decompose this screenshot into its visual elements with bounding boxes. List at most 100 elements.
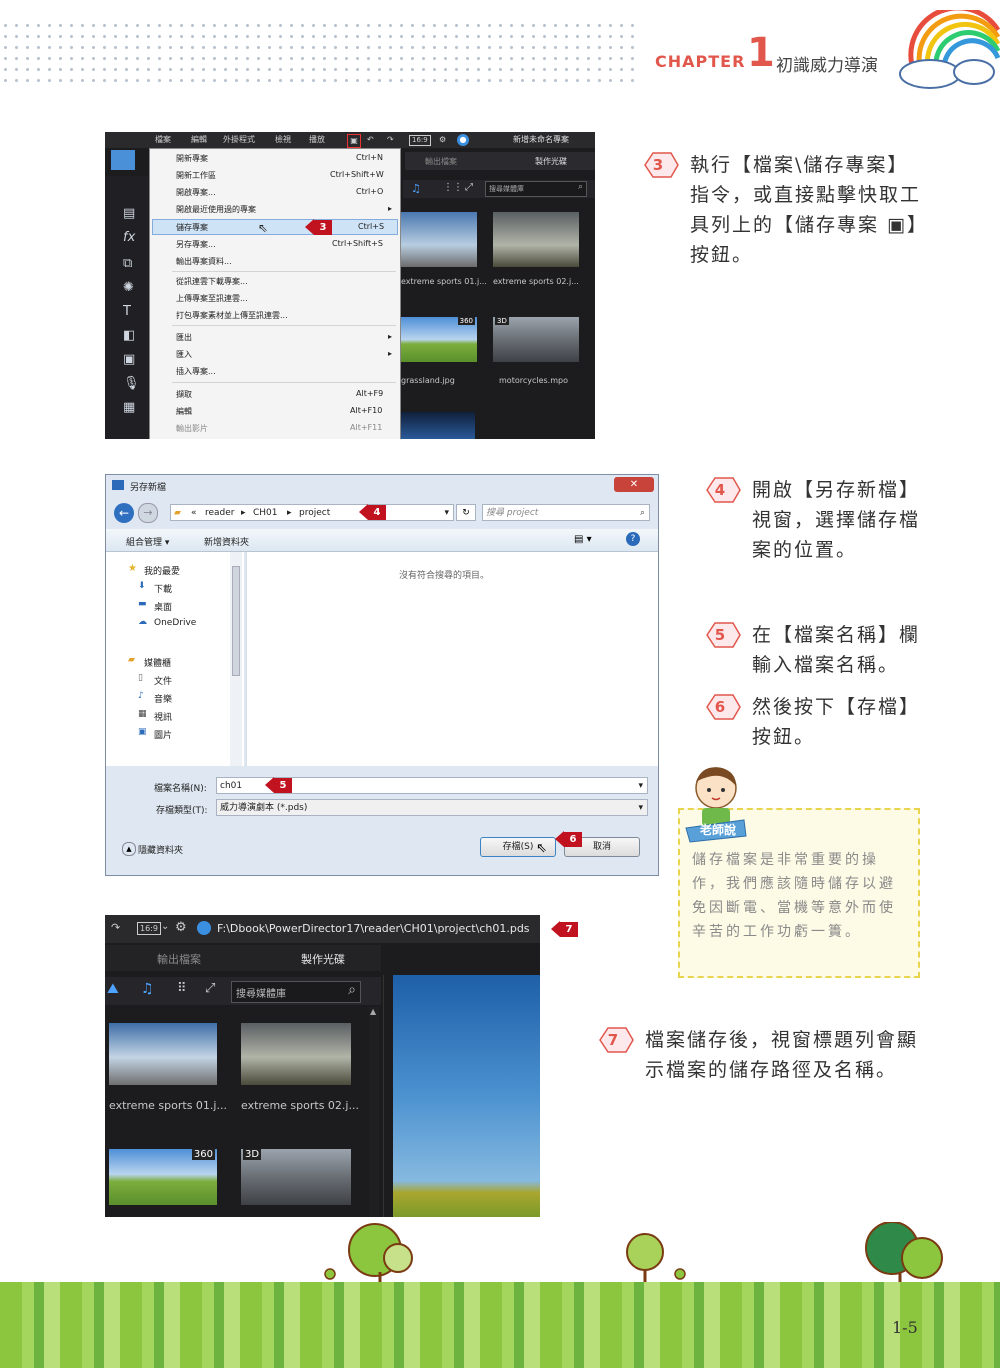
panel-divider[interactable] (383, 975, 392, 1217)
expand-icon[interactable]: ⤢ (205, 981, 215, 996)
redo-icon[interactable]: ↷ (387, 132, 394, 148)
thumbnail-extreme-sports-02[interactable] (493, 212, 579, 267)
menu-item-pack-upload[interactable]: 打包專案素材並上傳至訊連雲... (176, 310, 288, 321)
menu-play[interactable]: 播放 (309, 132, 325, 148)
tab-output[interactable]: 輸出檔案 (157, 951, 201, 967)
subtitle-icon[interactable]: ▣ (123, 352, 135, 367)
redo-icon[interactable]: ↷ (111, 921, 120, 934)
nav-onedrive[interactable]: OneDrive (154, 618, 196, 628)
menu-item-insert-project[interactable]: 插入專案... (176, 366, 216, 377)
thumbnail-extreme-sports-01[interactable] (401, 212, 477, 267)
menu-item-download-cloud[interactable]: 從訊連雲下載專案... (176, 276, 248, 287)
menu-item-new-workspace[interactable]: 開新工作區 (176, 170, 216, 181)
submenu-arrow-icon: ▸ (388, 204, 393, 213)
menu-item-save-project[interactable]: 儲存專案 (176, 222, 208, 233)
tab-disc[interactable]: 製作光碟 (535, 156, 567, 167)
thumbnail-grassland[interactable]: 360 (401, 317, 477, 362)
menu-item-produce[interactable]: 輸出影片 (176, 423, 208, 434)
nav-libraries[interactable]: 媒體櫃 (144, 656, 171, 669)
menu-item-upload-cloud[interactable]: 上傳專案至訊連雲... (176, 293, 248, 304)
menu-item-import[interactable]: 匯入 (176, 349, 192, 360)
nav-scrollbar[interactable] (230, 552, 242, 766)
thumbnail-extreme-sports-02[interactable] (241, 1023, 351, 1085)
tab-output[interactable]: 輸出檔案 (425, 156, 457, 167)
filetype-select[interactable]: 威力導演劇本 (*.pds) ▾ (216, 799, 648, 816)
help-icon[interactable]: ? (626, 532, 640, 546)
rainbow-cloud-icon (899, 10, 1000, 89)
menu-item-export[interactable]: 匯出 (176, 332, 192, 343)
nav-music[interactable]: 音樂 (154, 692, 172, 705)
menu-item-export-project-data[interactable]: 輸出專案資料... (176, 256, 232, 267)
menu-item-capture[interactable]: 擷取 (176, 389, 192, 400)
collapse-icon[interactable]: ▲ (122, 842, 136, 856)
new-folder-button[interactable]: 新增資料夾 (204, 535, 249, 548)
nav-pictures[interactable]: 圖片 (154, 728, 172, 741)
menu-separator (172, 382, 396, 383)
nav-documents[interactable]: 文件 (154, 674, 172, 687)
organize-button[interactable]: 組合管理 ▾ (126, 535, 169, 548)
nav-desktop[interactable]: 桌面 (154, 600, 172, 613)
chapter-icon[interactable]: ▦ (123, 400, 135, 415)
step-marker-3: 3 (305, 219, 332, 235)
menu-edit[interactable]: 編輯 (191, 132, 207, 148)
nav-favorites[interactable]: 我的最愛 (144, 564, 180, 577)
music-icon[interactable]: ♫ (141, 981, 154, 997)
aspect-ratio-icon[interactable]: 16:9 (137, 922, 161, 935)
chevron-down-icon[interactable]: ⌄ (161, 921, 169, 932)
address-bar[interactable]: ▰ « reader ▸ CH01 ▸ project ▾ (170, 504, 454, 521)
menu-item-recent-projects[interactable]: 開啟最近使用過的專案 (176, 204, 256, 215)
nav-downloads[interactable]: 下載 (154, 582, 172, 595)
mouse-cursor-icon: ⇖ (258, 221, 269, 235)
undo-icon[interactable]: ↶ (367, 132, 374, 148)
particle-icon[interactable]: ✺ (123, 280, 134, 295)
thumbnail-motorcycles[interactable]: 3D (493, 317, 579, 362)
menu-view[interactable]: 檢視 (275, 132, 291, 148)
fx-icon[interactable]: fx (123, 230, 135, 245)
media-room-icon[interactable]: ▤ (123, 206, 135, 221)
grid-view-icon[interactable]: ⋮⋮ (443, 182, 463, 193)
gear-icon[interactable]: ⚙ (175, 920, 187, 935)
gear-icon[interactable]: ⚙ (439, 132, 446, 148)
tree-decoration (0, 1222, 1000, 1286)
menu-item-open-project[interactable]: 開啟專案... (176, 187, 216, 198)
path-segment-project[interactable]: project (299, 505, 330, 521)
thumbnail-blue[interactable] (401, 412, 475, 439)
title-icon[interactable]: T (123, 304, 131, 319)
path-segment-reader[interactable]: reader (205, 505, 235, 521)
menu-plugins[interactable]: 外掛程式 (223, 132, 255, 148)
view-options-icon[interactable]: ▤ ▾ (574, 534, 592, 545)
scroll-thumb[interactable] (232, 566, 240, 676)
close-button[interactable]: ✕ (614, 477, 654, 492)
menu-item-new-project[interactable]: 開新專案 (176, 153, 208, 164)
thumbnail-extreme-sports-01[interactable] (109, 1023, 217, 1085)
library-search-input[interactable]: 搜尋媒體庫 ⌕ (485, 181, 587, 197)
transition-icon[interactable]: ◧ (123, 328, 135, 343)
thumbnail-motorcycles[interactable]: 3D (241, 1149, 351, 1205)
image-filter-icon[interactable]: ⛰ (107, 981, 119, 997)
microphone-icon[interactable]: 🎙 (123, 376, 140, 391)
nav-videos[interactable]: 視訊 (154, 710, 172, 723)
back-button[interactable]: ← (114, 503, 134, 523)
expand-icon[interactable]: ⤢ (465, 182, 473, 193)
menu-item-edit[interactable]: 編輯 (176, 406, 192, 417)
thumbnail-grassland[interactable]: 360 (109, 1149, 217, 1205)
pip-icon[interactable]: ⧉ (123, 256, 132, 271)
music-icon[interactable]: ♫ (411, 182, 421, 195)
thumbnail-label: extreme sports 02.j... (241, 1099, 359, 1112)
path-segment-ch01[interactable]: CH01 (253, 505, 278, 521)
save-project-icon[interactable]: ▣ (347, 134, 361, 148)
refresh-button[interactable]: ↻ (456, 504, 476, 521)
aspect-ratio-icon[interactable]: 16:9 (409, 135, 431, 146)
grid-view-icon[interactable]: ⠿ (177, 981, 187, 996)
hide-folders-toggle[interactable]: 隱藏資料夾 (138, 843, 183, 856)
dialog-search-input[interactable]: 搜尋 project ⌕ (482, 504, 650, 521)
notification-icon[interactable] (197, 921, 211, 935)
library-scrollbar[interactable]: ▲ (369, 1007, 379, 1217)
project-name: 新增未命名專案 (513, 135, 569, 144)
notification-icon[interactable]: ● (457, 134, 469, 146)
menu-file[interactable]: 檔案 (155, 132, 171, 148)
forward-button[interactable]: → (138, 503, 158, 523)
menu-item-save-as[interactable]: 另存專案... (176, 239, 216, 250)
library-search-input[interactable]: 搜尋媒體庫 ⌕ (231, 981, 361, 1003)
tab-disc[interactable]: 製作光碟 (301, 951, 345, 967)
